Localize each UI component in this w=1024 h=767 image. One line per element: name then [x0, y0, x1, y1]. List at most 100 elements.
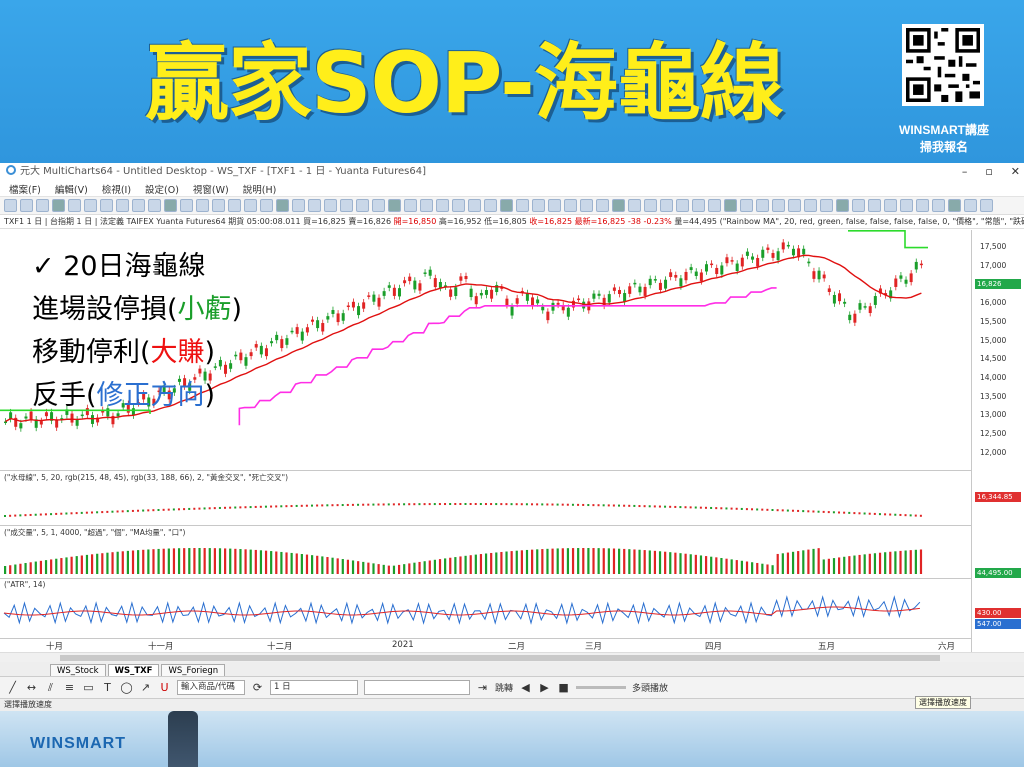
price-axis-label: 16,000: [980, 298, 1007, 308]
toolbar-button-icon[interactable]: [868, 199, 881, 212]
tab-ws-txf[interactable]: WS_TXF: [107, 664, 160, 676]
toolbar-button-icon[interactable]: [548, 199, 561, 212]
menu-view[interactable]: 檢視(I): [97, 182, 136, 196]
toolbar-button-icon[interactable]: [68, 199, 81, 212]
interval-combo[interactable]: 1 日: [270, 680, 358, 695]
toolbar-button-icon[interactable]: [948, 199, 961, 212]
toolbar-button-icon[interactable]: [932, 199, 945, 212]
toolbar-button-icon[interactable]: [52, 199, 65, 212]
scroll-thumb[interactable]: [60, 655, 940, 661]
volume-bar: [587, 548, 590, 574]
trendline-icon[interactable]: ╱: [6, 681, 19, 694]
toolbar-button-icon[interactable]: [228, 199, 241, 212]
toolbar-button-icon[interactable]: [692, 199, 705, 212]
toolbar-button-icon[interactable]: [388, 199, 401, 212]
toolbar-button-icon[interactable]: [276, 199, 289, 212]
toolbar-button-icon[interactable]: [116, 199, 129, 212]
speed-slider[interactable]: [576, 686, 627, 689]
toolbar-button-icon[interactable]: [644, 199, 657, 212]
toolbar-button-icon[interactable]: [436, 199, 449, 212]
play-icon[interactable]: ▶: [538, 681, 551, 694]
maximize-icon[interactable]: ▫: [985, 163, 992, 181]
toolbar-button-icon[interactable]: [836, 199, 849, 212]
toolbar-button-icon[interactable]: [292, 199, 305, 212]
toolbar-button-icon[interactable]: [180, 199, 193, 212]
toolbar-button-icon[interactable]: [532, 199, 545, 212]
toolbar-button-icon[interactable]: [900, 199, 913, 212]
toolbar-button-icon[interactable]: [420, 199, 433, 212]
toolbar-button-icon[interactable]: [772, 199, 785, 212]
toolbar-button-icon[interactable]: [308, 199, 321, 212]
rect-icon[interactable]: ▭: [82, 681, 95, 694]
toolbar-button-icon[interactable]: [564, 199, 577, 212]
qr-code[interactable]: [902, 24, 984, 106]
channel-icon[interactable]: ⫽: [44, 681, 57, 694]
toolbar-button-icon[interactable]: [708, 199, 721, 212]
toolbar-button-icon[interactable]: [100, 199, 113, 212]
toolbar-button-icon[interactable]: [980, 199, 993, 212]
toolbar-button-icon[interactable]: [820, 199, 833, 212]
toolbar-button-icon[interactable]: [612, 199, 625, 212]
toolbar-button-icon[interactable]: [468, 199, 481, 212]
menu-window[interactable]: 視窗(W): [188, 182, 234, 196]
magnet-icon[interactable]: U: [158, 681, 171, 694]
symbol-combo[interactable]: 輸入商品/代碼: [177, 680, 245, 695]
toolbar-button-icon[interactable]: [244, 199, 257, 212]
tab-ws-foriegn[interactable]: WS_Foriegn: [161, 664, 226, 676]
toolbar-button-icon[interactable]: [788, 199, 801, 212]
toolbar-button-icon[interactable]: [580, 199, 593, 212]
minimize-icon[interactable]: –: [962, 163, 968, 181]
menu-help[interactable]: 說明(H): [238, 182, 282, 196]
toolbar-button-icon[interactable]: [756, 199, 769, 212]
toolbar-button-icon[interactable]: [324, 199, 337, 212]
toolbar-button-icon[interactable]: [372, 199, 385, 212]
toolbar-button-icon[interactable]: [340, 199, 353, 212]
toolbar-button-icon[interactable]: [804, 199, 817, 212]
hline-icon[interactable]: ↔: [25, 681, 38, 694]
toolbar-button-icon[interactable]: [628, 199, 641, 212]
menu-file[interactable]: 檔案(F): [4, 182, 46, 196]
tab-ws-stock[interactable]: WS_Stock: [50, 664, 106, 676]
toolbar-button-icon[interactable]: [4, 199, 17, 212]
toolbar-button-icon[interactable]: [852, 199, 865, 212]
jump-icon[interactable]: ⇥: [476, 681, 489, 694]
refresh-icon[interactable]: ⟳: [251, 681, 264, 694]
toolbar-button-icon[interactable]: [212, 199, 225, 212]
toolbar-button-icon[interactable]: [500, 199, 513, 212]
toolbar-button-icon[interactable]: [36, 199, 49, 212]
toolbar-button-icon[interactable]: [884, 199, 897, 212]
toolbar-button-icon[interactable]: [20, 199, 33, 212]
toolbar-button-icon[interactable]: [404, 199, 417, 212]
toolbar-button-icon[interactable]: [84, 199, 97, 212]
toolbar-button-icon[interactable]: [196, 199, 209, 212]
close-icon[interactable]: ✕: [1011, 163, 1020, 181]
toolbar-button-icon[interactable]: [452, 199, 465, 212]
rewind-icon[interactable]: ◀: [519, 681, 532, 694]
search-field[interactable]: [364, 680, 470, 695]
ellipse-icon[interactable]: ◯: [120, 681, 133, 694]
text-icon[interactable]: T: [101, 681, 114, 694]
toolbar-button-icon[interactable]: [484, 199, 497, 212]
toolbar-button-icon[interactable]: [516, 199, 529, 212]
toolbar-button-icon[interactable]: [916, 199, 929, 212]
candle-body: [536, 299, 540, 304]
arrow-icon[interactable]: ↗: [139, 681, 152, 694]
toolbar-button-icon[interactable]: [964, 199, 977, 212]
toolbar-button-icon[interactable]: [260, 199, 273, 212]
stop-icon[interactable]: ■: [557, 681, 570, 694]
fib-icon[interactable]: ≡: [63, 681, 76, 694]
menu-settings[interactable]: 設定(O): [140, 182, 184, 196]
toolbar-button-icon[interactable]: [132, 199, 145, 212]
toolbar-button-icon[interactable]: [356, 199, 369, 212]
jump-button[interactable]: 跳轉: [495, 681, 513, 694]
toolbar-button-icon[interactable]: [164, 199, 177, 212]
toolbar-button-icon[interactable]: [660, 199, 673, 212]
toolbar-button-icon[interactable]: [740, 199, 753, 212]
horizontal-scrollbar[interactable]: [0, 652, 1024, 662]
multi-play-button[interactable]: 多頭播放: [632, 681, 668, 694]
toolbar-button-icon[interactable]: [596, 199, 609, 212]
toolbar-button-icon[interactable]: [676, 199, 689, 212]
toolbar-button-icon[interactable]: [724, 199, 737, 212]
toolbar-button-icon[interactable]: [148, 199, 161, 212]
menu-edit[interactable]: 編輯(V): [50, 182, 93, 196]
